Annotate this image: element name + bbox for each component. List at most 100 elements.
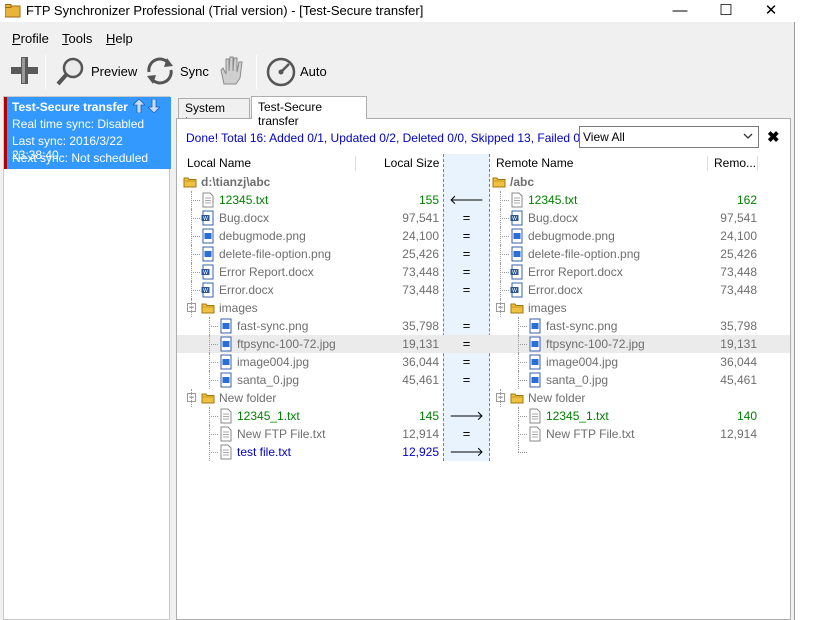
svg-text:W: W	[512, 216, 517, 222]
preview-icon[interactable]	[54, 54, 88, 88]
tree-connector	[500, 389, 501, 407]
tab-test-secure-transfer[interactable]: Test-Secure transfer	[251, 96, 367, 128]
table-row[interactable]: delete-file-option.png 25,426 = delete-file…	[177, 245, 790, 263]
table-row[interactable]: image004.jpg 36,044 = image004.jpg 36,044	[177, 353, 790, 371]
table-row[interactable]: − − New folder New folder	[177, 389, 790, 407]
tree-connector	[209, 407, 210, 425]
image-file-icon	[219, 336, 233, 352]
tree-connector	[518, 425, 519, 443]
auto-gauge-icon[interactable]	[264, 54, 298, 88]
copy-direction-arrow-icon: 🡒	[449, 408, 484, 423]
close-panel-button[interactable]: ✖	[767, 128, 780, 146]
close-window-button[interactable]: ✕	[748, 0, 794, 22]
tree-connector	[500, 299, 501, 317]
folder-icon	[510, 300, 524, 316]
local-file-name: santa_0.jpg	[237, 373, 300, 387]
table-row[interactable]: debugmode.png 24,100 = debugmode.png 24,100	[177, 227, 790, 245]
remote-file-name: images	[528, 301, 567, 315]
svg-text:W: W	[512, 288, 517, 294]
add-profile-button[interactable]	[8, 54, 42, 88]
image-file-icon	[510, 228, 524, 244]
local-file-name: fast-sync.png	[237, 319, 309, 333]
remote-file-size: 35,798	[720, 319, 757, 333]
local-file-name: test file.txt	[237, 445, 292, 459]
table-row[interactable]: fast-sync.png 35,798 = fast-sync.png 35,798	[177, 317, 790, 335]
menu-help[interactable]: Help	[106, 31, 133, 46]
local-file-size: 12,925	[402, 445, 439, 459]
tree-connector	[500, 218, 509, 219]
tab-system-log[interactable]: System Log	[178, 98, 250, 129]
remote-file-name: Bug.docx	[528, 211, 579, 225]
text-file-icon	[510, 192, 524, 208]
menu-profile[interactable]: Profile	[12, 31, 49, 46]
menu-help-accel: H	[106, 31, 116, 46]
preview-button[interactable]: Preview	[91, 64, 137, 79]
tree-connector	[191, 254, 200, 255]
tree-connector	[209, 344, 218, 345]
svg-text:W: W	[203, 216, 208, 222]
image-file-icon	[219, 354, 233, 370]
local-file-name: d:\tianzj\abc	[201, 175, 271, 189]
equal-status-icon: =	[462, 426, 471, 441]
col-local-name[interactable]: Local Name	[187, 154, 251, 173]
table-row[interactable]: W Error Report.docx 73,448 = W Error Report.d…	[177, 263, 790, 281]
sync-button[interactable]: Sync	[180, 64, 209, 79]
folder-icon	[183, 174, 197, 190]
app-window: FTP Synchronizer Professional (Trial ver…	[0, 0, 795, 620]
table-row[interactable]: d:\tianzj\abc/abc	[177, 173, 790, 191]
view-filter-dropdown[interactable]: View All	[579, 126, 759, 148]
local-file-size: 155	[418, 193, 439, 207]
tree-connector	[209, 443, 210, 461]
table-row[interactable]: santa_0.jpg 45,461 = santa_0.jpg 45,461	[177, 371, 790, 389]
col-local-size[interactable]: Local Size	[384, 154, 439, 173]
table-row[interactable]: test file.txt 12,925 🡒	[177, 443, 790, 461]
table-row[interactable]: New FTP File.txt 12,914 = New FTP File.txt 1…	[177, 425, 790, 443]
remote-file-name: 12345.txt	[528, 193, 578, 207]
local-file-name: Error Report.docx	[219, 265, 314, 279]
auto-button[interactable]: Auto	[300, 64, 327, 79]
folder-icon	[201, 390, 215, 406]
folder-icon	[492, 174, 506, 190]
remote-file-size: 162	[736, 193, 757, 207]
menu-bar: Profile Tools Help	[0, 29, 795, 49]
tree-connector	[500, 236, 509, 237]
stop-hand-icon[interactable]	[215, 54, 249, 88]
table-row[interactable]: ftpsync-100-72.jpg 19,131 = ftpsync-100-72.…	[177, 335, 790, 353]
profile-item[interactable]: Test-Secure transfer Real time sync: Dis…	[4, 97, 171, 169]
sync-icon[interactable]	[143, 54, 177, 88]
equal-status-icon: =	[462, 372, 471, 387]
tree-connector	[518, 326, 527, 327]
table-row[interactable]: − − images images	[177, 299, 790, 317]
tree-connector	[191, 290, 200, 291]
table-row[interactable]: W Bug.docx 97,541 = W Bug.docx 97,541	[177, 209, 790, 227]
title-bar: FTP Synchronizer Professional (Trial ver…	[0, 0, 795, 22]
text-file-icon	[219, 426, 233, 442]
tree-connector	[500, 209, 501, 227]
tree-connector	[209, 380, 218, 381]
equal-status-icon: =	[462, 336, 471, 351]
tree-connector	[518, 416, 527, 417]
menu-tools[interactable]: Tools	[62, 31, 92, 46]
view-filter-value: View All	[583, 130, 625, 144]
image-file-icon	[201, 246, 215, 262]
remote-file-name: ftpsync-100-72.jpg	[546, 337, 645, 351]
maximize-button[interactable]: ☐	[703, 0, 749, 22]
tree-connector	[191, 236, 200, 237]
col-remote-size[interactable]: Remo...	[714, 154, 756, 173]
tree-connector	[500, 227, 501, 245]
table-row[interactable]: W Error.docx 73,448 = W Error.docx 73,448	[177, 281, 790, 299]
col-remote-name[interactable]: Remote Name	[496, 154, 573, 173]
local-file-size: 73,448	[402, 283, 439, 297]
image-file-icon	[510, 246, 524, 262]
local-file-size: 25,426	[402, 247, 439, 261]
local-file-name: Bug.docx	[219, 211, 270, 225]
menu-tools-label: ools	[68, 31, 93, 46]
remote-file-name: New folder	[528, 391, 586, 405]
table-row[interactable]: 12345.txt 155 🡐 12345.txt 162	[177, 191, 790, 209]
remote-file-name: debugmode.png	[528, 229, 615, 243]
table-row[interactable]: 12345_1.txt 145 🡒 12345_1.txt 140	[177, 407, 790, 425]
minimize-button[interactable]: —	[657, 0, 703, 22]
text-file-icon	[219, 444, 233, 460]
grid-header: Local Name Local Size Remote Name Remo..…	[177, 154, 790, 173]
local-file-name: ftpsync-100-72.jpg	[237, 337, 336, 351]
